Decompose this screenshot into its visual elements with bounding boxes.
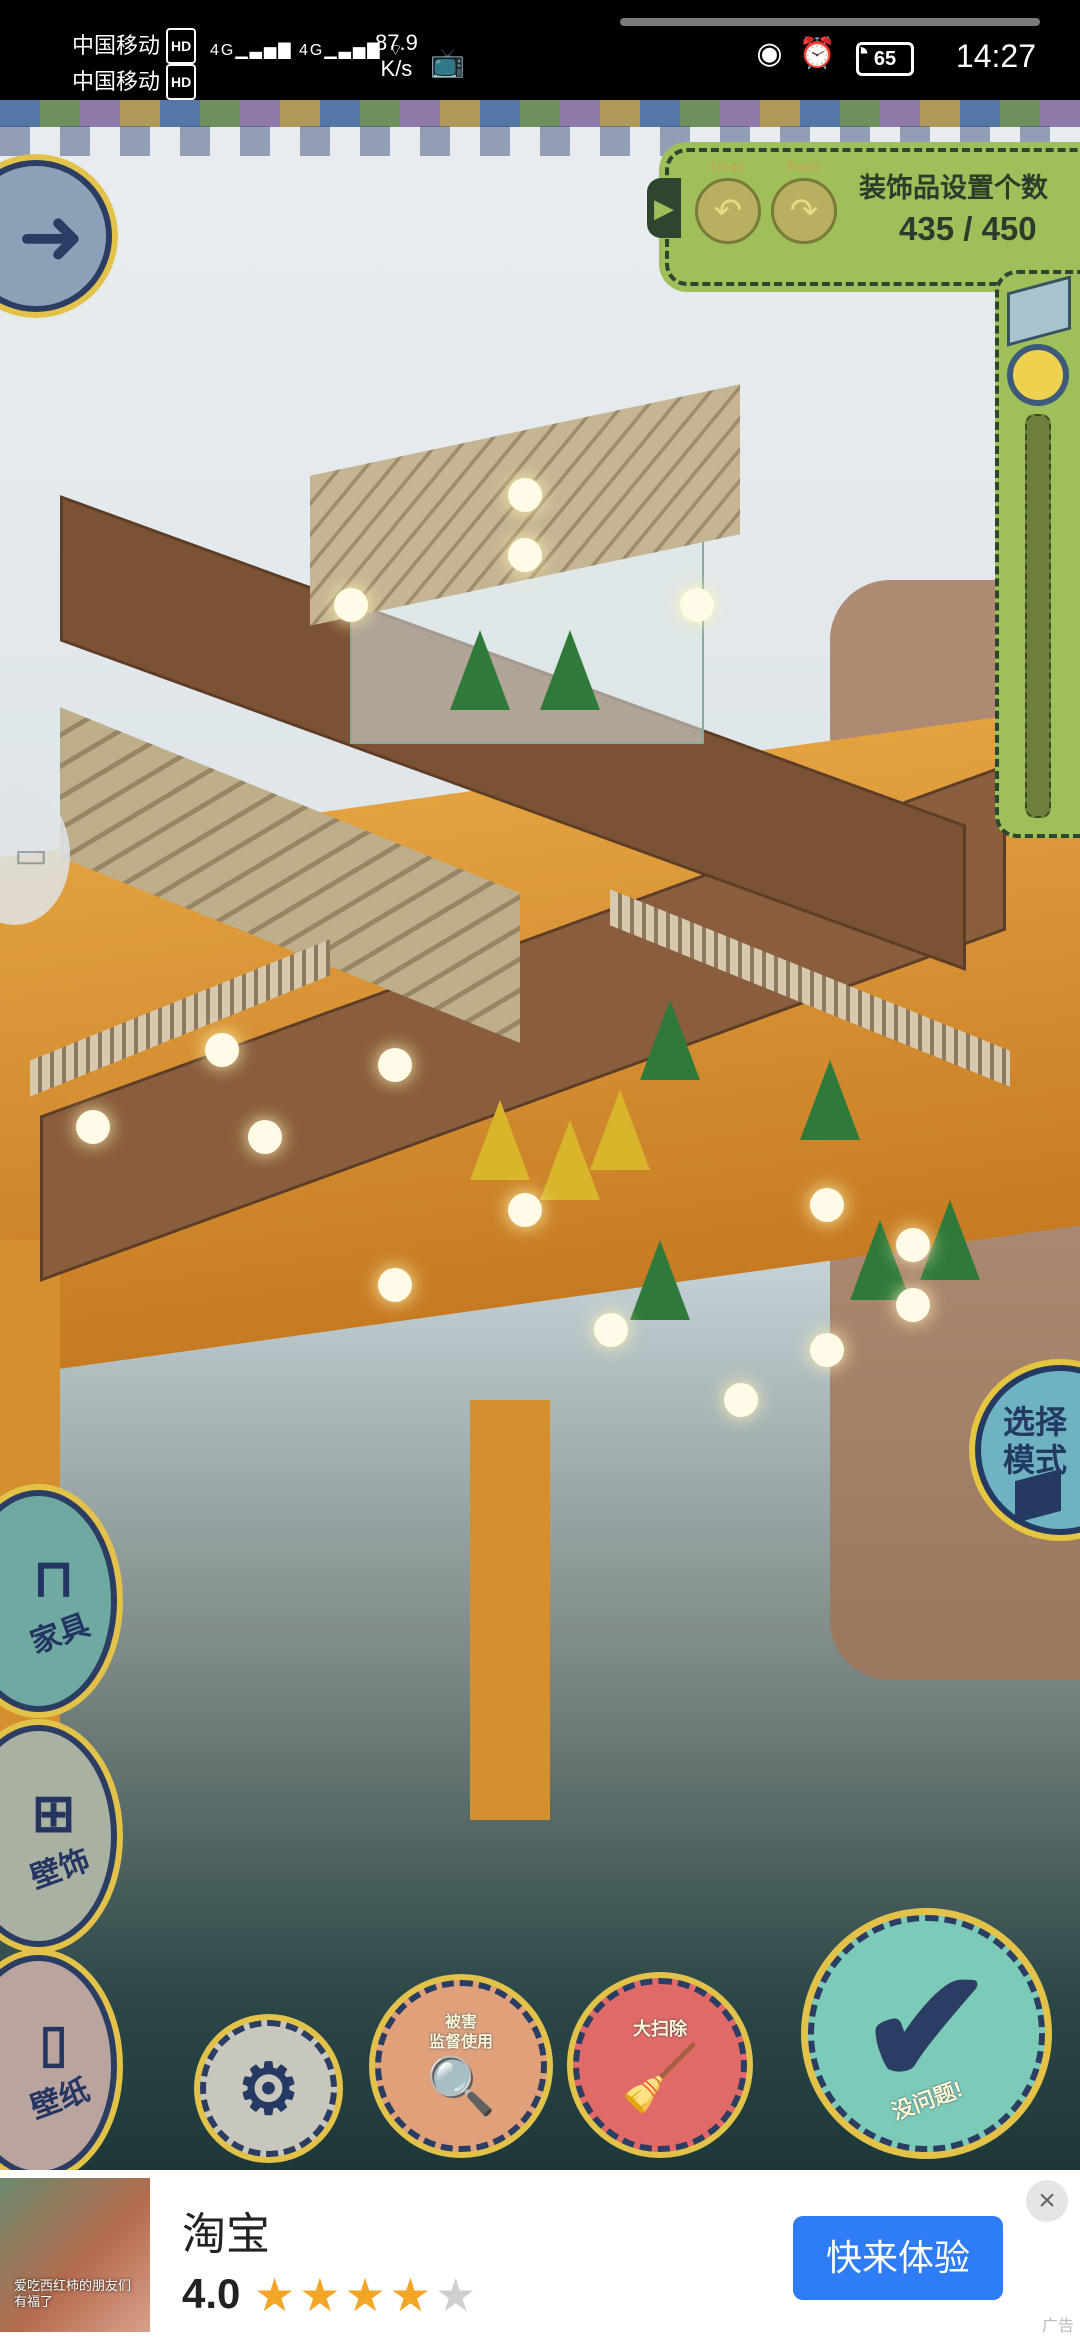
hd-badge: HD <box>166 28 197 64</box>
inspect-button[interactable]: 被害 监督使用 🔍 <box>375 1980 547 2152</box>
lamp-light <box>508 538 542 572</box>
ad-tag: 广告 <box>1041 2318 1074 2335</box>
floor-slider-knob[interactable] <box>1007 344 1069 406</box>
wallpaper-roll-icon: ▯ <box>39 2015 68 2073</box>
close-icon[interactable]: × <box>1026 2180 1068 2222</box>
lamp-light <box>334 588 368 622</box>
magnifier-icon: 🔍 <box>426 2054 496 2117</box>
tree-decoration <box>800 1060 860 1140</box>
mode-label-1: 选择 <box>1003 1404 1068 1440</box>
yellow-tree-decoration <box>470 1100 530 1180</box>
checkmark-icon: ✔ <box>859 1937 994 2117</box>
star-icon: ★ <box>299 2269 345 2321</box>
network-speed: 87.9 K/s <box>375 30 418 81</box>
lamp-light <box>508 478 542 512</box>
clock: 14:27 <box>955 38 1036 74</box>
ad-rating: 4.0 <box>182 2270 241 2317</box>
game-scene[interactable]: ➜ ▭ ▶ Undo ↶ Redo ↷ 装饰品设置个数 435 / 450 选择… <box>0 100 1080 2170</box>
gear-icon: ⚙ <box>237 2049 300 2128</box>
lamp-light <box>594 1313 628 1347</box>
ad-cta-button[interactable]: 快来体验 <box>793 2216 1003 2300</box>
hd-badge-2: HD <box>166 64 197 100</box>
wallpaper-label: 壁纸 <box>25 2073 94 2126</box>
redo-button[interactable]: Redo ↷ <box>769 158 839 244</box>
lamp-light <box>378 1048 412 1082</box>
floor-slider-track[interactable] <box>1025 414 1051 818</box>
wall-decor-label: 壁饰 <box>25 1843 94 1896</box>
system-icons: ◉ ⏰ ◔ <box>756 36 870 71</box>
undo-button[interactable]: Undo ↶ <box>693 158 763 244</box>
gesture-bar <box>620 18 1040 26</box>
cleanup-button[interactable]: 大扫除 🧹 <box>573 1978 747 2152</box>
redo-icon: ↷ <box>771 178 837 244</box>
next-arrow-button[interactable]: ➜ <box>0 160 112 312</box>
lamp-light <box>508 1193 542 1227</box>
redo-label: Redo <box>787 158 821 174</box>
lamp-light <box>378 1268 412 1302</box>
star-icon: ★ <box>344 2269 390 2321</box>
inspect-label-2: 监督使用 <box>428 2034 493 2051</box>
undo-icon: ↶ <box>695 178 761 244</box>
star-rating-icons: ★★★★★ <box>254 2268 480 2322</box>
lamp-light <box>680 588 714 622</box>
wallpaper-category-button[interactable]: ▯ 壁纸 <box>0 1955 117 2170</box>
star-icon: ★ <box>389 2269 435 2321</box>
decor-count-value: 435 / 450 <box>899 210 1037 247</box>
undo-label: Undo <box>711 158 745 174</box>
lamp-light <box>896 1228 930 1262</box>
ad-title: 淘宝 <box>182 2210 270 2259</box>
inspect-label-1: 被害 <box>444 2014 477 2031</box>
settings-button[interactable]: ⚙ <box>200 2020 337 2157</box>
tree-decoration <box>630 1240 690 1320</box>
arrow-right-icon: ➜ <box>17 191 85 281</box>
cleanup-label: 大扫除 <box>633 2018 687 2039</box>
carrier-info: 中国移动 HD 中国移动 HD <box>72 28 197 100</box>
lamp-light <box>248 1120 282 1154</box>
table-leg <box>470 1400 550 1820</box>
ad-thumbnail[interactable]: 爱吃西红柿的朋友们有福了 <box>0 2178 150 2332</box>
lamp-light <box>76 1110 110 1144</box>
tree-decoration <box>640 1000 700 1080</box>
tree-decoration <box>540 630 600 710</box>
lamp-light <box>205 1033 239 1067</box>
floor-slider-panel <box>995 270 1080 838</box>
status-bar: 中国移动 HD 中国移动 HD 4G▁▃▅▇ 4G▁▃▅▇ ⌔ 87.9 K/s… <box>0 0 1080 100</box>
decor-count-label: 装饰品设置个数 <box>859 173 1048 203</box>
tv-icon: 📺 <box>430 47 465 78</box>
eye-icon: ◉ <box>756 37 783 70</box>
tree-decoration <box>450 630 510 710</box>
confirm-button[interactable]: ✔ 没问题! <box>808 1915 1045 2152</box>
broom-icon: 🧹 <box>620 2041 700 2114</box>
ad-thumbnail-caption: 爱吃西红柿的朋友们有福了 <box>14 2278 132 2309</box>
star-empty-icon: ★ <box>435 2269 481 2321</box>
alarm-icon: ⏰ <box>798 37 836 70</box>
furniture-label: 家具 <box>25 1608 94 1661</box>
carrier-1: 中国移动 <box>72 33 161 58</box>
tv-tab-icon: ▭ <box>13 834 48 875</box>
ad-banner[interactable]: 爱吃西红柿的朋友们有福了 淘宝 4.0 ★★★★★ 快来体验 × 广告 <box>0 2170 1080 2340</box>
battery-indicator: 65 <box>856 42 914 76</box>
lamp-light <box>896 1288 930 1322</box>
carrier-2: 中国移动 <box>72 69 161 94</box>
wall-decor-category-button[interactable]: ⊞ 壁饰 <box>0 1725 117 1947</box>
lamp-light <box>810 1333 844 1367</box>
lamp-light <box>810 1188 844 1222</box>
table-icon: ⊓ <box>33 1550 74 1608</box>
cube-icon <box>1007 275 1071 347</box>
furniture-category-button[interactable]: ⊓ 家具 <box>0 1490 117 1712</box>
panel-collapse-arrow[interactable]: ▶ <box>647 178 681 238</box>
star-icon: ★ <box>254 2269 300 2321</box>
lamp-light <box>724 1383 758 1417</box>
network-type: 4G <box>210 42 236 59</box>
decor-count-panel: ▶ Undo ↶ Redo ↷ 装饰品设置个数 435 / 450 <box>647 148 1080 286</box>
yellow-tree-decoration <box>590 1090 650 1170</box>
window-clock-icon: ⊞ <box>31 1785 76 1843</box>
